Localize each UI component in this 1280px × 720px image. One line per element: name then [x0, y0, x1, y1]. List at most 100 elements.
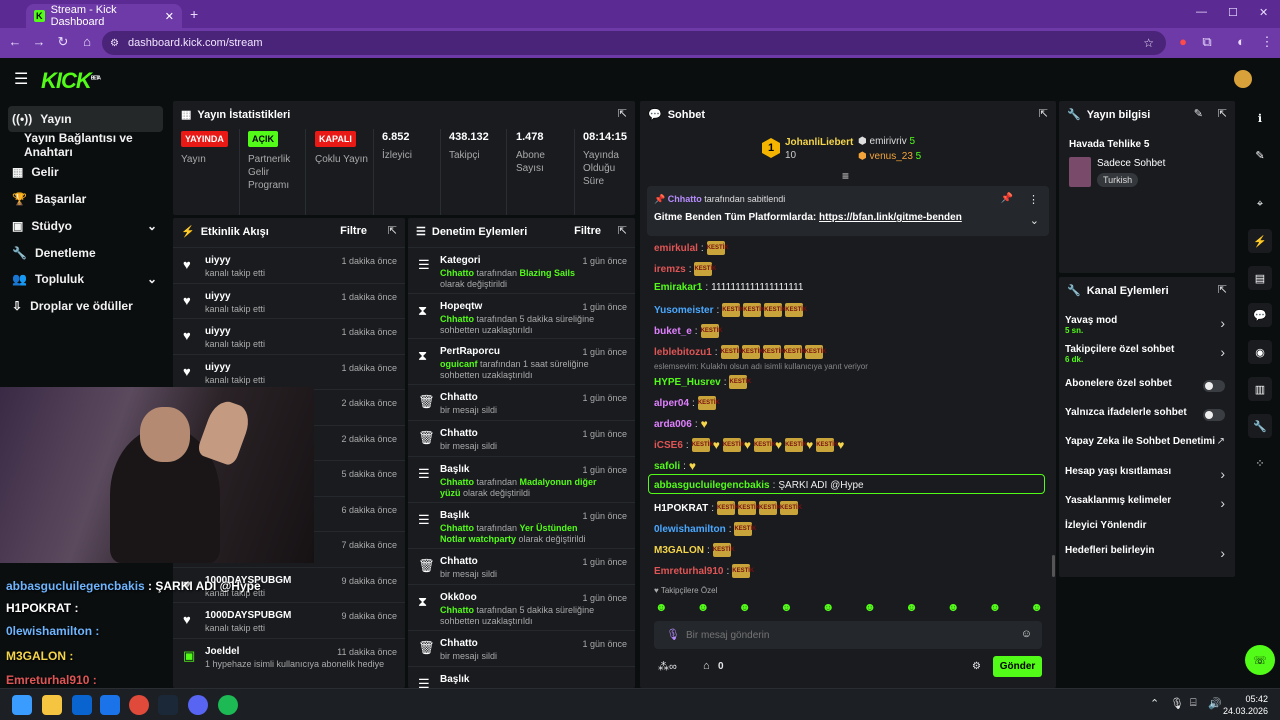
browser-menu-icon[interactable]: ⋮	[1258, 34, 1276, 50]
chat-scrollbar[interactable]	[1052, 555, 1055, 577]
store-icon[interactable]	[72, 695, 92, 715]
kick-points-icon[interactable]: ⁂∞	[658, 660, 677, 673]
third-gifter[interactable]: ⬢ venus_23 5	[858, 151, 921, 162]
more-options-icon[interactable]: ⋮	[1028, 193, 1039, 206]
chat-username[interactable]: 0lewishamilton	[654, 524, 726, 535]
sidebar-item-stream[interactable]: ((•)) Yayın	[8, 106, 163, 132]
emote-icon[interactable]: ☻	[864, 600, 877, 616]
broadcast-icon[interactable]: ◉	[1248, 340, 1272, 364]
maximize-icon[interactable]: ☐	[1228, 6, 1238, 19]
support-headset-icon[interactable]: ☏	[1245, 645, 1275, 675]
edit-pencil-icon[interactable]: ✎	[1248, 143, 1272, 167]
moderation-row[interactable]: ☰ Başlık	[408, 666, 635, 688]
hamburger-menu-icon[interactable]: ☰	[14, 69, 28, 89]
new-tab-icon[interactable]: +	[190, 6, 198, 22]
activity-row[interactable]: ♥ uiyyy kanalı takip etti 1 dakika önce	[173, 282, 405, 318]
chat-message[interactable]: H1POKRAT: KESTİK KESTİK KESTİK KESTİK	[654, 501, 802, 515]
back-icon[interactable]: ←	[6, 34, 24, 49]
reload-icon[interactable]: ↻	[54, 34, 72, 50]
chat-message[interactable]: 0lewishamilton: KESTİK	[654, 522, 756, 536]
emote-icon[interactable]: ☻	[1030, 600, 1043, 616]
pinned-link[interactable]: https://bfan.link/gitme-benden	[819, 212, 962, 223]
emote-icon[interactable]: ☻	[989, 600, 1002, 616]
windows-start-icon[interactable]	[12, 695, 32, 715]
chat-message[interactable]: Emirakar1:1111111111111111111	[654, 282, 803, 293]
minimize-icon[interactable]: —	[1196, 6, 1207, 18]
popout-icon[interactable]: ⇱	[1218, 283, 1227, 296]
tray-chevron-icon[interactable]: ⌃	[1150, 697, 1159, 710]
chat-username[interactable]: HYPE_Husrev	[654, 377, 721, 388]
channel-action-item[interactable]: Yasaklanmış kelimeler ›	[1059, 491, 1235, 515]
address-bar[interactable]: ⚙ dashboard.kick.com/stream ☆	[102, 31, 1166, 55]
chat-message[interactable]: buket_e: KESTİK	[654, 324, 723, 338]
popout-icon[interactable]: ⇱	[388, 224, 397, 237]
chat-username[interactable]: safoli	[654, 461, 680, 472]
profile-avatar-icon[interactable]: ◐	[1232, 34, 1250, 49]
send-button[interactable]: Gönder	[993, 656, 1042, 677]
channel-action-item[interactable]: Yapay Zeka ile Sohbet Denetimi ↗	[1059, 432, 1235, 456]
popout-icon[interactable]: ⇱	[1218, 107, 1227, 120]
emoji-icon[interactable]: ☺	[1021, 628, 1032, 640]
moderation-row[interactable]: ☰ Kategori Chhatto tarafından Blazing Sail…	[408, 247, 635, 293]
moderation-row[interactable]: ⧗ Okk0oo Chhatto tarafından 5 dakika sürel…	[408, 584, 635, 630]
outlook-icon[interactable]	[100, 695, 120, 715]
moderation-row[interactable]: 🗑 Chhatto bir mesajı sildi 1 gün önce	[408, 630, 635, 666]
activity-row[interactable]: ♥ uiyyy kanalı takip etti 1 dakika önce	[173, 318, 405, 353]
chat-username[interactable]: H1POKRAT	[654, 503, 708, 514]
sidebar-item-achievements[interactable]: 🏆 Başarılar	[8, 186, 163, 212]
popout-icon[interactable]: ⇱	[618, 224, 627, 237]
chat-username[interactable]: Yusomeister	[654, 305, 713, 316]
chat-message[interactable]: Yusomeister: KESTİK KESTİK KESTİK KESTİK	[654, 303, 807, 317]
activity-row[interactable]: ♥ uiyyy kanalı takip etti 1 dakika önce	[173, 353, 405, 389]
volume-icon[interactable]: 🔊	[1208, 697, 1222, 710]
sidebar-item-community[interactable]: 👥 Topluluk ⌄	[8, 266, 163, 292]
emote-icon[interactable]: ☻	[697, 600, 710, 616]
site-info-icon[interactable]: ⚙	[110, 38, 119, 49]
chat-message[interactable]: iremzs: KESTİK	[654, 262, 716, 276]
chat-bubble-icon[interactable]: 💬	[1248, 303, 1272, 327]
second-gifter[interactable]: ⬢ emirivriv 5	[858, 136, 915, 147]
extension-icon[interactable]: ●	[1174, 34, 1192, 49]
close-window-icon[interactable]: ✕	[1259, 6, 1268, 19]
channel-action-item[interactable]: İzleyici Yönlendir	[1059, 516, 1235, 540]
chat-username[interactable]: alper04	[654, 398, 689, 409]
steam-icon[interactable]	[158, 695, 178, 715]
home-icon[interactable]: ⌂	[78, 34, 96, 49]
mic-icon[interactable]: 🎙	[1170, 697, 1184, 710]
edit-pencil-icon[interactable]: ✎	[1194, 107, 1203, 120]
activity-row[interactable]: ♥ 1000DAYSPUBGM kanalı takip etti 9 dakika …	[173, 602, 405, 637]
network-icon[interactable]: ⌸	[1190, 697, 1197, 710]
emote-icon[interactable]: ☻	[780, 600, 793, 616]
channel-action-item[interactable]: Hedefleri belirleyin ›	[1059, 541, 1235, 565]
emote-icon[interactable]: ☻	[655, 600, 668, 616]
chat-message[interactable]: leblebitozu1: KESTİK KESTİK KESTİK KESTİK KES…	[654, 345, 827, 359]
sidebar-item-revenue[interactable]: ▦ Gelir	[8, 159, 163, 185]
chat-message[interactable]: arda006: ♥	[654, 417, 708, 431]
chat-username[interactable]: M3GALON	[654, 545, 704, 556]
mic-icon[interactable]: 🎙	[666, 628, 680, 641]
moderation-row[interactable]: 🗑 Chhatto bir mesajı sildi 1 gün önce	[408, 384, 635, 420]
chat-username[interactable]: iCSE6	[654, 440, 683, 451]
bookmark-star-icon[interactable]: ☆	[1143, 36, 1154, 50]
moderation-row[interactable]: ☰ Başlık Chhatto tarafından Yer Üstünden N…	[408, 502, 635, 548]
moderation-row[interactable]: ⧗ PertRaporcu oguicanf tarafından 1 saat s…	[408, 338, 635, 384]
wrench-icon[interactable]: 🔧	[1248, 414, 1272, 438]
channel-action-item[interactable]: Takipçilere özel sohbet 6 dk. ›	[1059, 340, 1235, 364]
channel-action-item[interactable]: Yalnızca ifadelerle sohbet	[1059, 403, 1235, 427]
chat-input[interactable]	[686, 626, 1006, 644]
moderation-row[interactable]: ⧗ Hopeqtw Chhatto tarafından 5 dakika süre…	[408, 293, 635, 338]
chat-message[interactable]: safoli: ♥	[654, 459, 696, 473]
collapse-icon[interactable]: ≡	[842, 169, 849, 183]
chat-username[interactable]: Emirakar1	[654, 282, 702, 293]
activity-row[interactable]: ▣ Joeldel 1 hypehaze isimli kullanıcıya ab…	[173, 637, 405, 673]
chat-username[interactable]: emirkulal	[654, 243, 698, 254]
apps-icon[interactable]: ⁘	[1248, 451, 1272, 475]
layout-icon[interactable]: ▥	[1248, 377, 1272, 401]
emote-icon[interactable]: ☻	[947, 600, 960, 616]
filter-button[interactable]: Filtre	[340, 225, 367, 237]
unpin-icon[interactable]: 📌	[1001, 193, 1013, 204]
toggle-switch[interactable]	[1203, 409, 1225, 421]
popout-icon[interactable]: ⇱	[1039, 107, 1048, 120]
channel-action-item[interactable]: Yavaş mod 5 sn. ›	[1059, 311, 1235, 335]
channel-action-item[interactable]: Hesap yaşı kısıtlaması ›	[1059, 462, 1235, 486]
